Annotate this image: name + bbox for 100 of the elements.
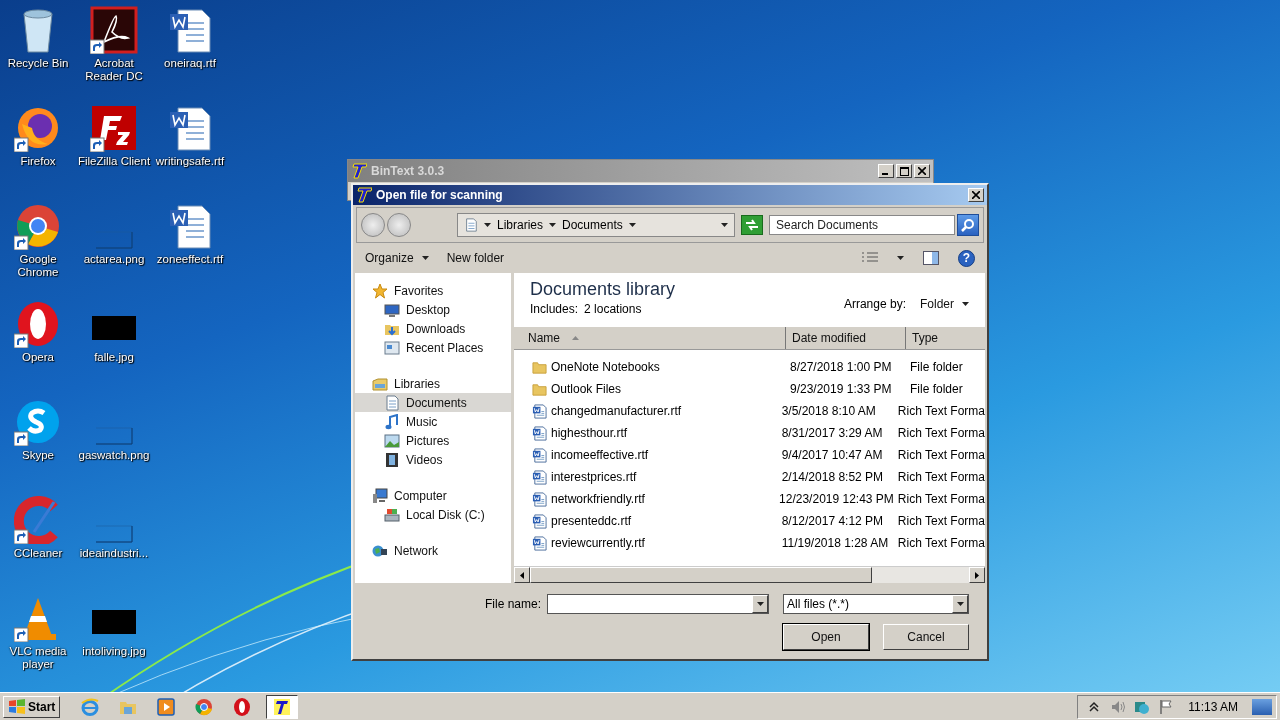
file-name[interactable]: reviewcurrently.rtf — [551, 536, 645, 550]
desktop-icon-label: CCleaner — [12, 547, 64, 560]
navigation-item[interactable]: Pictures — [355, 431, 511, 450]
refresh-button[interactable] — [741, 215, 763, 235]
help-button[interactable]: ? — [958, 249, 975, 267]
file-type-dropdown[interactable]: All files (*.*) — [783, 594, 969, 614]
caret-icon[interactable] — [897, 256, 904, 260]
caret-icon — [962, 302, 969, 306]
desktop-icon-label: intoliving.jpg — [81, 645, 147, 658]
app-icon — [351, 163, 367, 179]
desktop-icon-label: gaswatch.png — [77, 449, 151, 462]
back-button[interactable] — [361, 213, 385, 237]
navigation-item[interactable]: Recent Places — [355, 338, 511, 357]
maximize-button[interactable] — [896, 164, 912, 178]
file-name[interactable]: OneNote Notebooks — [551, 360, 660, 374]
document-icon — [532, 403, 547, 419]
desktop-icon-label: Skype — [21, 449, 55, 462]
preview-pane-icon[interactable] — [922, 250, 940, 266]
arrange-by-dropdown[interactable]: Folder — [920, 295, 969, 313]
search-field[interactable]: Search Documents — [769, 215, 955, 235]
search-button[interactable] — [957, 214, 979, 236]
clock[interactable]: 11:13 AM — [1188, 699, 1238, 714]
desktop-icon-label: ideaindustri... — [78, 547, 150, 560]
close-icon — [972, 191, 980, 199]
caret-icon[interactable] — [484, 223, 491, 227]
desktop-icon[interactable] — [90, 6, 138, 54]
refresh-icon — [745, 219, 759, 231]
scroll-right-icon[interactable] — [975, 571, 979, 579]
dropdown-icon[interactable] — [956, 602, 964, 606]
desktop-icon-label: falle.jpg — [93, 351, 135, 364]
date-modified-cell-text: 2/14/2018 8:52 PM — [780, 470, 885, 484]
navigation-item[interactable]: Network — [355, 541, 511, 560]
start-button[interactable]: Start — [3, 695, 61, 718]
close-button[interactable] — [914, 164, 930, 178]
chrome-app-icon — [194, 696, 215, 717]
scroll-left-icon[interactable] — [520, 571, 524, 579]
bintext-app-icon — [272, 696, 293, 717]
search-icon — [961, 218, 975, 232]
desktop-icon-label: VLC media player — [8, 645, 68, 671]
date-modified-cell-text: 8/31/2017 3:29 AM — [780, 426, 884, 440]
date-modified-cell-text: 8/27/2018 1:00 PM — [789, 360, 893, 374]
organize-menu[interactable]: Organize — [365, 249, 429, 267]
forward-button[interactable] — [387, 213, 411, 237]
show-desktop-button[interactable] — [1252, 698, 1272, 715]
libraries-icon — [372, 375, 388, 392]
file-name[interactable]: presenteddc.rtf — [551, 514, 632, 528]
app-icon — [356, 187, 372, 203]
file-name[interactable]: Outlook Files — [551, 382, 622, 396]
desktop-icon[interactable] — [14, 202, 62, 250]
minimize-button[interactable] — [878, 164, 894, 178]
flag-icon[interactable] — [1158, 698, 1175, 715]
date-modified-cell-text: 9/4/2017 10:47 AM — [780, 448, 884, 462]
date-modified-cell-text: 11/19/2018 1:28 AM — [780, 536, 890, 550]
address-bar[interactable]: Libraries Documents — [457, 213, 735, 237]
window-title: BinText 3.0.3 — [371, 164, 446, 178]
breadcrumb-item[interactable]: Documents — [562, 218, 623, 232]
desktop-icon — [384, 301, 400, 318]
column-header[interactable]: Name — [514, 327, 786, 349]
desktop-icon-label: Acrobat Reader DC — [84, 57, 144, 83]
caret-icon[interactable] — [628, 223, 636, 227]
file-name[interactable]: changedmanufacturer.rtf — [551, 404, 682, 418]
document-icon — [532, 425, 547, 441]
navigation-item[interactable]: Local Disk (C:) — [355, 505, 511, 524]
navigation-item[interactable]: Documents — [355, 393, 511, 412]
caret-icon[interactable] — [549, 223, 557, 227]
navigation-item[interactable]: Videos — [355, 450, 511, 469]
navigation-item[interactable]: Music — [355, 412, 511, 431]
file-name[interactable]: networkfriendly.rtf — [551, 492, 645, 506]
dropdown-icon[interactable] — [756, 602, 764, 606]
new-folder-button[interactable]: New folder — [446, 249, 505, 267]
file-name[interactable]: interestprices.rtf — [551, 470, 637, 484]
open-button[interactable]: Open — [783, 624, 869, 650]
desktop-icon[interactable] — [90, 104, 138, 152]
media-app-icon — [156, 696, 177, 717]
column-header[interactable]: Type — [906, 327, 985, 349]
type-cell-text: File folder — [909, 360, 964, 374]
file-name[interactable]: highesthour.rtf — [551, 426, 628, 440]
navigation-item[interactable]: Libraries — [355, 374, 511, 393]
sort-arrow-icon — [572, 336, 579, 340]
horizontal-scrollbar[interactable] — [514, 566, 985, 583]
computer-icon — [372, 487, 388, 504]
date-modified-cell-text: 9/23/2019 1:33 PM — [789, 382, 893, 396]
type-cell-text: Rich Text Forma — [896, 470, 985, 484]
navigation-item[interactable]: Favorites — [355, 281, 511, 300]
includes-label: Includes: — [530, 302, 579, 316]
cancel-button[interactable]: Cancel — [883, 624, 969, 650]
navigation-item[interactable]: Downloads — [355, 319, 511, 338]
navigation-item[interactable]: Computer — [355, 486, 511, 505]
locations-link[interactable]: 2 locations — [584, 302, 642, 316]
file-name[interactable]: incomeeffective.rtf — [551, 448, 649, 462]
date-modified-cell-text: 12/23/2019 12:43 PM — [778, 492, 894, 506]
close-button[interactable] — [968, 188, 984, 202]
pictures-icon — [384, 432, 400, 449]
file-name-field[interactable] — [547, 594, 769, 614]
navigation-item[interactable]: Desktop — [355, 300, 511, 319]
taskbar-app[interactable] — [266, 694, 299, 719]
star-icon — [372, 282, 388, 299]
column-header[interactable]: Date modified — [786, 327, 906, 349]
breadcrumb-item[interactable]: Libraries — [497, 218, 544, 232]
dropdown-icon[interactable] — [721, 223, 728, 227]
